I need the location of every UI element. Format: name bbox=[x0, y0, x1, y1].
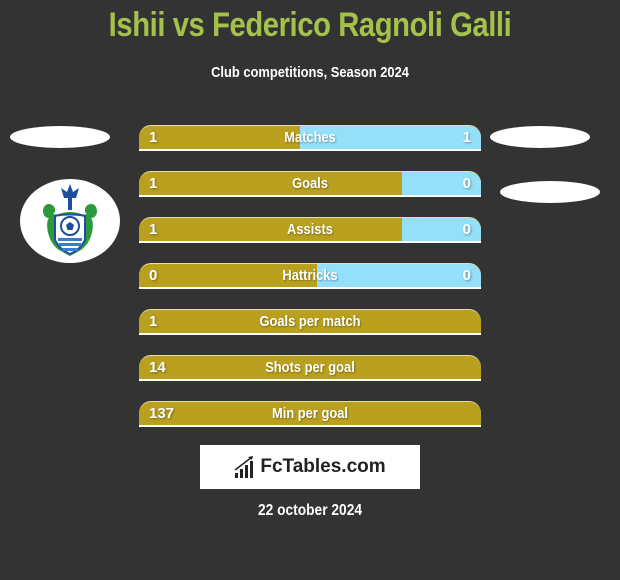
stat-row: 137 Min per goal bbox=[139, 401, 481, 427]
right-value: 0 bbox=[462, 221, 471, 238]
left-value: 1 bbox=[149, 129, 158, 146]
stat-label: Shots per goal bbox=[265, 359, 355, 376]
bar-chart-icon bbox=[234, 456, 254, 478]
left-team-badge bbox=[20, 179, 120, 263]
stat-row: 1 Goals per match bbox=[139, 309, 481, 335]
left-player-placeholder bbox=[10, 126, 110, 148]
stat-label: Hattricks bbox=[282, 267, 338, 284]
stat-row: 0 Hattricks 0 bbox=[139, 263, 481, 289]
right-player-placeholder bbox=[490, 126, 590, 148]
right-value: 1 bbox=[462, 129, 471, 146]
competition-subtitle: Club competitions, Season 2024 bbox=[211, 64, 409, 81]
stat-label: Matches bbox=[284, 129, 336, 146]
brand-name: FcTables.com bbox=[260, 456, 386, 477]
left-value: 1 bbox=[149, 175, 158, 192]
right-team-placeholder bbox=[500, 181, 600, 203]
stat-label: Assists bbox=[287, 221, 333, 238]
shonan-bellmare-crest-icon bbox=[43, 184, 97, 256]
left-value: 1 bbox=[149, 313, 158, 330]
page-title: Ishii vs Federico Ragnoli Galli bbox=[108, 6, 512, 44]
stat-row: 1 Matches 1 bbox=[139, 125, 481, 151]
right-value: 0 bbox=[462, 175, 471, 192]
report-date: 22 october 2024 bbox=[257, 502, 363, 519]
stat-row: 14 Shots per goal bbox=[139, 355, 481, 381]
left-value: 1 bbox=[149, 221, 158, 238]
left-value: 0 bbox=[149, 267, 158, 284]
stat-row: 1 Goals 0 bbox=[139, 171, 481, 197]
stat-label: Goals per match bbox=[259, 313, 361, 330]
stat-row: 1 Assists 0 bbox=[139, 217, 481, 243]
right-value: 0 bbox=[462, 267, 471, 284]
stat-label: Goals bbox=[292, 175, 328, 192]
stat-label: Min per goal bbox=[272, 405, 348, 422]
fctables-logo[interactable]: FcTables.com bbox=[200, 445, 420, 489]
